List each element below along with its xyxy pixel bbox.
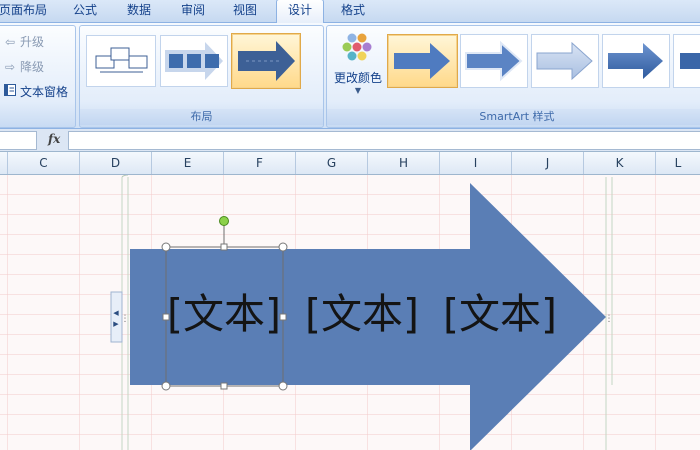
resize-handle-s[interactable] xyxy=(220,382,228,390)
style-thumb-5[interactable] xyxy=(673,34,700,88)
color-palette-icon xyxy=(342,33,372,61)
style-thumb-4-icon xyxy=(608,43,663,79)
resize-handle-se[interactable] xyxy=(278,381,288,391)
frame-handle-right-icon[interactable]: ⋮ xyxy=(605,314,614,324)
style-thumb-4[interactable] xyxy=(602,34,670,88)
demote-label: 降级 xyxy=(20,60,45,74)
column-header-h[interactable]: H xyxy=(368,152,440,174)
resize-handle-ne[interactable] xyxy=(278,242,288,252)
tab-data[interactable]: 数据 xyxy=(116,0,162,22)
change-colors-label: 更改颜色 xyxy=(333,71,382,85)
layout-thumb-2[interactable] xyxy=(160,35,228,87)
resize-handle-n[interactable] xyxy=(220,243,228,251)
change-colors-button[interactable]: 更改颜色 ▼ xyxy=(331,30,385,100)
tab-formulas[interactable]: 公式 xyxy=(62,0,108,22)
column-header-d[interactable]: D xyxy=(80,152,152,174)
text-pane-label: 文本窗格 xyxy=(20,85,69,99)
worksheet-grid[interactable]: ◀ ▶ [文本] [文本] [文本] ⋮ ⋮ xyxy=(0,175,700,450)
text-pane-icon xyxy=(3,82,17,102)
text-pane-button[interactable]: 文本窗格 xyxy=(3,82,68,102)
expand-right-icon: ▶ xyxy=(113,320,119,328)
smartart-text-1[interactable]: [文本] xyxy=(167,290,281,338)
tab-format[interactable]: 格式 xyxy=(330,0,376,22)
column-header-j[interactable]: J xyxy=(512,152,584,174)
style-thumb-5-icon xyxy=(680,53,700,69)
promote-arrow-icon: ⇦ xyxy=(4,35,16,49)
demote-arrow-icon: ⇨ xyxy=(4,60,16,74)
style-thumb-2-icon xyxy=(465,40,523,82)
formula-input[interactable] xyxy=(68,131,700,150)
tab-review[interactable]: 审阅 xyxy=(170,0,216,22)
resize-handle-nw[interactable] xyxy=(161,242,171,252)
layout-thumb-1-icon xyxy=(95,47,148,73)
ribbon-tab-bar: 页面布局 公式 数据 审阅 视图 设计 格式 xyxy=(0,0,700,24)
style-thumb-1-selected[interactable] xyxy=(387,34,458,88)
promote-label: 升级 xyxy=(20,35,45,49)
rotate-handle[interactable] xyxy=(219,216,229,226)
style-thumb-3[interactable] xyxy=(531,34,599,88)
name-box[interactable] xyxy=(0,131,37,150)
resize-handle-w[interactable] xyxy=(162,313,170,321)
smartart-text-3[interactable]: [文本] xyxy=(443,290,557,338)
style-thumb-1-icon xyxy=(394,43,450,79)
style-thumb-3-icon xyxy=(536,41,593,81)
group-create-graphic: ⇦ 升级 ⇨ 降级 文本窗格 xyxy=(0,25,76,128)
group-layouts: ▲ ▼ ▾ 布局 xyxy=(79,25,398,128)
column-header-l[interactable]: L xyxy=(656,152,700,174)
layouts-group-label: 布局 xyxy=(80,109,323,125)
styles-group-label: SmartArt 样式 xyxy=(327,109,700,125)
tab-view[interactable]: 视图 xyxy=(222,0,268,22)
layout-thumb-3-icon xyxy=(238,41,295,81)
column-header-k[interactable]: K xyxy=(584,152,656,174)
demote-button[interactable]: ⇨ 降级 xyxy=(3,57,44,77)
column-header-g[interactable]: G xyxy=(296,152,368,174)
style-thumb-2[interactable] xyxy=(460,34,528,88)
resize-handle-e[interactable] xyxy=(279,313,287,321)
promote-button[interactable]: ⇦ 升级 xyxy=(3,32,44,52)
tab-page-layout[interactable]: 页面布局 xyxy=(0,0,52,22)
column-header-c[interactable]: C xyxy=(8,152,80,174)
column-header-row: C D E F G H I J K L xyxy=(0,152,700,175)
layout-thumb-3-selected[interactable] xyxy=(231,33,301,89)
column-header-e[interactable]: E xyxy=(152,152,224,174)
column-header-f[interactable]: F xyxy=(224,152,296,174)
layout-thumb-1[interactable] xyxy=(86,35,156,87)
layout-thumb-2-icon xyxy=(165,42,223,80)
column-header-partial[interactable] xyxy=(0,152,8,174)
resize-handle-sw[interactable] xyxy=(161,381,171,391)
smartart-text-2[interactable]: [文本] xyxy=(305,290,419,338)
column-header-i[interactable]: I xyxy=(440,152,512,174)
formula-bar: fx xyxy=(0,129,700,152)
frame-handle-left-icon[interactable]: ⋮ xyxy=(121,314,130,324)
expand-left-icon: ◀ xyxy=(113,309,119,317)
worksheet-canvas: ◀ ▶ [文本] [文本] [文本] ⋮ ⋮ xyxy=(0,175,700,450)
ribbon: ⇦ 升级 ⇨ 降级 文本窗格 布局 更改颜色 ▼ SmartArt 样式 xyxy=(0,23,700,129)
fx-icon[interactable]: fx xyxy=(48,132,60,146)
group-smartart-styles: 更改颜色 ▼ SmartArt 样式 xyxy=(326,25,700,128)
dropdown-arrow-icon: ▼ xyxy=(354,86,362,95)
tab-design[interactable]: 设计 xyxy=(276,0,324,24)
